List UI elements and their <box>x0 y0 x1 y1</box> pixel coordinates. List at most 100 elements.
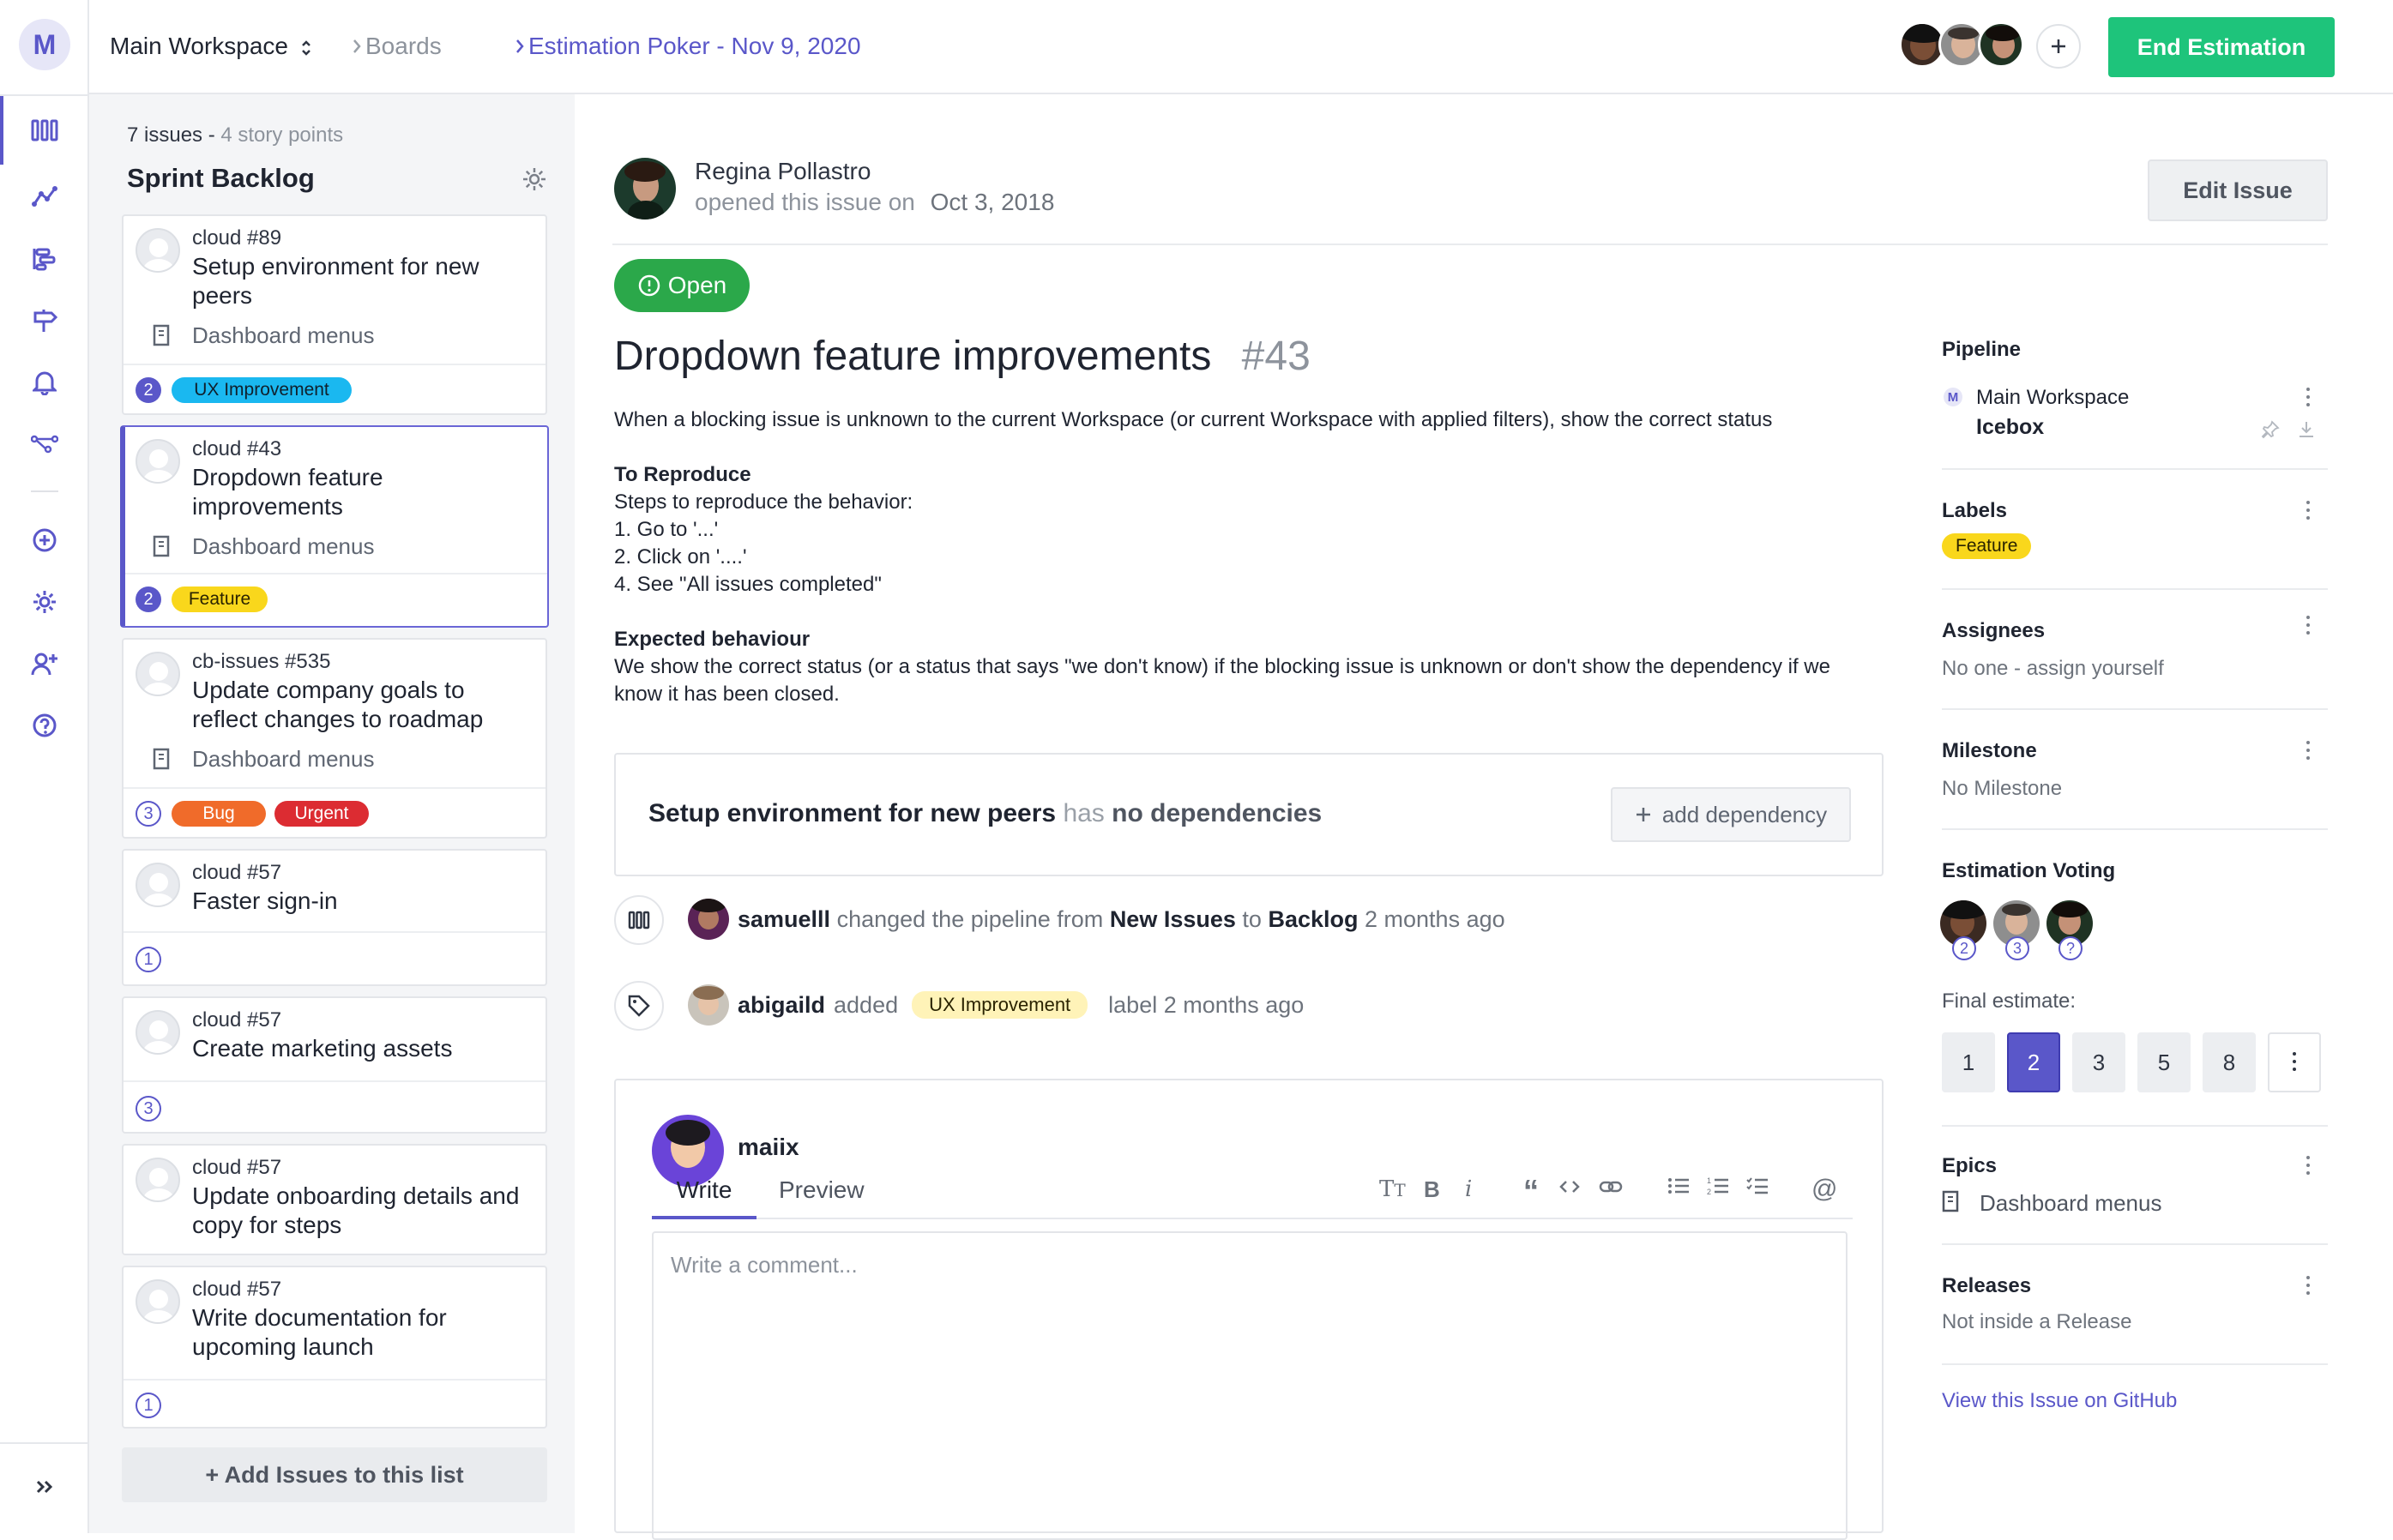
kebab-menu-icon[interactable] <box>2306 388 2311 410</box>
edit-issue-button[interactable]: Edit Issue <box>2148 159 2328 221</box>
add-circle-icon[interactable] <box>21 516 69 564</box>
story-points-badge: 2 <box>136 587 161 612</box>
milestone-value[interactable]: No Milestone <box>1942 777 2062 801</box>
download-icon[interactable] <box>2297 420 2316 439</box>
code-icon[interactable] <box>1559 1178 1580 1195</box>
workflow-icon[interactable] <box>21 420 69 468</box>
list-item[interactable]: cloud #57 Create marketing assets 3 <box>122 996 547 1134</box>
svg-text:1: 1 <box>1707 1176 1711 1185</box>
list-item[interactable]: cloud #57 Write documentation for upcomi… <box>122 1266 547 1429</box>
voting-heading: Estimation Voting <box>1942 859 2116 882</box>
kebab-menu-icon <box>2292 1052 2297 1073</box>
github-link[interactable]: View this Issue on GitHub <box>1942 1389 2177 1413</box>
tab-write[interactable]: Write <box>652 1176 756 1219</box>
epic-icon <box>153 535 170 557</box>
kebab-menu-icon[interactable] <box>2306 1276 2311 1298</box>
vote-badge: 2 <box>1952 936 1976 960</box>
comment-box: maiix Write Preview TT B i “ 12 @ Write … <box>614 1079 1884 1540</box>
numbered-list-icon[interactable]: 12 <box>1707 1176 1729 1195</box>
graph-icon[interactable] <box>21 172 69 220</box>
comment-placeholder: Write a comment... <box>671 1252 858 1278</box>
list-item[interactable]: cloud #57 Faster sign-in 1 <box>122 849 547 986</box>
kebab-menu-icon[interactable] <box>2306 1156 2311 1178</box>
breadcrumb-boards[interactable]: Boards <box>365 33 442 60</box>
issue-author[interactable]: Regina Pollastro <box>695 158 871 185</box>
sidebar-divider <box>1942 588 2328 590</box>
end-estimation-button[interactable]: End Estimation <box>2108 17 2335 77</box>
issue-intro: When a blocking issue is unknown to the … <box>614 408 1773 431</box>
activity-text: label 2 months ago <box>1108 991 1305 1018</box>
left-rail: M <box>0 0 89 1533</box>
board-icon[interactable] <box>0 96 69 165</box>
activity-user[interactable]: samuelll <box>738 906 830 932</box>
epic-value[interactable]: Dashboard menus <box>1980 1190 2161 1217</box>
list-item[interactable]: cloud #57 Update onboarding details and … <box>122 1144 547 1255</box>
issue-number: #43 <box>1241 334 1311 379</box>
list-item[interactable]: cloud #43 Dropdown feature improvements … <box>120 425 549 628</box>
chevron-updown-icon <box>300 39 312 57</box>
label-badge[interactable]: Feature <box>1942 533 2032 559</box>
avatar[interactable] <box>614 158 676 220</box>
roadmap-icon[interactable] <box>21 235 69 283</box>
estimate-option[interactable]: 3 <box>2072 1032 2125 1092</box>
issue-repo: cloud #89 <box>192 226 282 250</box>
italic-icon[interactable]: i <box>1465 1176 1472 1202</box>
tab-preview[interactable]: Preview <box>779 1176 865 1219</box>
link-icon[interactable] <box>1599 1178 1623 1195</box>
help-icon[interactable] <box>21 701 69 749</box>
sidebar-divider <box>1942 708 2328 710</box>
bell-icon[interactable] <box>21 358 69 406</box>
quote-icon[interactable]: “ <box>1523 1173 1539 1209</box>
kebab-menu-icon[interactable] <box>2306 501 2311 523</box>
add-user-icon[interactable] <box>21 640 69 688</box>
list-item[interactable]: cloud #89 Setup environment for new peer… <box>122 214 547 415</box>
estimate-more-button[interactable] <box>2268 1032 2321 1092</box>
add-issues-button[interactable]: + Add Issues to this list <box>122 1447 547 1502</box>
label-badge: UX Improvement <box>912 991 1088 1019</box>
list-item[interactable]: cb-issues #535 Update company goals to r… <box>122 638 547 839</box>
tab-preview-label: Preview <box>779 1176 865 1203</box>
chevron-right-icon <box>352 38 362 55</box>
releases-value[interactable]: Not inside a Release <box>1942 1310 2131 1334</box>
bullet-list-icon[interactable] <box>1667 1176 1690 1195</box>
issue-title: Update onboarding details and copy for s… <box>192 1182 520 1238</box>
estimate-option[interactable]: 1 <box>1942 1032 1995 1092</box>
issue-repo: cb-issues #535 <box>192 650 331 673</box>
avatar <box>136 439 180 484</box>
avatar[interactable] <box>1978 21 2024 68</box>
estimate-option[interactable]: 8 <box>2203 1032 2256 1092</box>
activity-time: 2 months ago <box>1365 906 1505 932</box>
kebab-menu-icon[interactable] <box>2306 616 2311 638</box>
signpost-icon[interactable] <box>21 297 69 345</box>
sidebar-divider <box>1942 1125 2328 1127</box>
issue-title: Update company goals to reflect changes … <box>192 677 484 732</box>
issue-title: Setup environment for new peers <box>192 253 479 309</box>
workspace-logo[interactable]: M <box>19 19 70 70</box>
breadcrumb-current[interactable]: Estimation Poker - Nov 9, 2020 <box>528 33 861 60</box>
add-collaborator-button[interactable] <box>2036 24 2081 69</box>
assignees-value[interactable]: No one - assign yourself <box>1942 657 2164 681</box>
gear-icon[interactable] <box>521 166 547 192</box>
kebab-menu-icon[interactable] <box>2306 741 2311 763</box>
pin-icon[interactable] <box>2261 420 2280 439</box>
add-dependency-button[interactable]: add dependency <box>1611 787 1851 842</box>
rail-bottom-divider <box>0 1442 89 1444</box>
issue-count: 7 issues - <box>127 123 215 147</box>
estimate-option[interactable]: 5 <box>2137 1032 2191 1092</box>
story-points-badge: 3 <box>136 801 161 827</box>
workspace-name: Main Workspace <box>110 33 289 59</box>
avatar[interactable] <box>688 899 729 940</box>
gear-icon[interactable] <box>21 578 69 626</box>
avatar[interactable] <box>688 984 729 1026</box>
estimate-option-selected[interactable]: 2 <box>2007 1032 2060 1092</box>
comment-input[interactable]: Write a comment... <box>652 1231 1847 1540</box>
activity-user[interactable]: abigaild <box>738 992 825 1019</box>
mention-icon[interactable]: @ <box>1811 1175 1837 1204</box>
task-list-icon[interactable] <box>1746 1176 1769 1195</box>
bold-icon[interactable]: B <box>1424 1176 1440 1203</box>
breadcrumb-workspace[interactable]: Main Workspace <box>110 33 312 60</box>
card-footer: 3 <box>124 1080 546 1134</box>
chevrons-right-icon[interactable] <box>21 1463 69 1511</box>
pipeline-name[interactable]: Icebox <box>1976 415 2044 440</box>
text-size-icon[interactable]: TT <box>1379 1176 1406 1202</box>
